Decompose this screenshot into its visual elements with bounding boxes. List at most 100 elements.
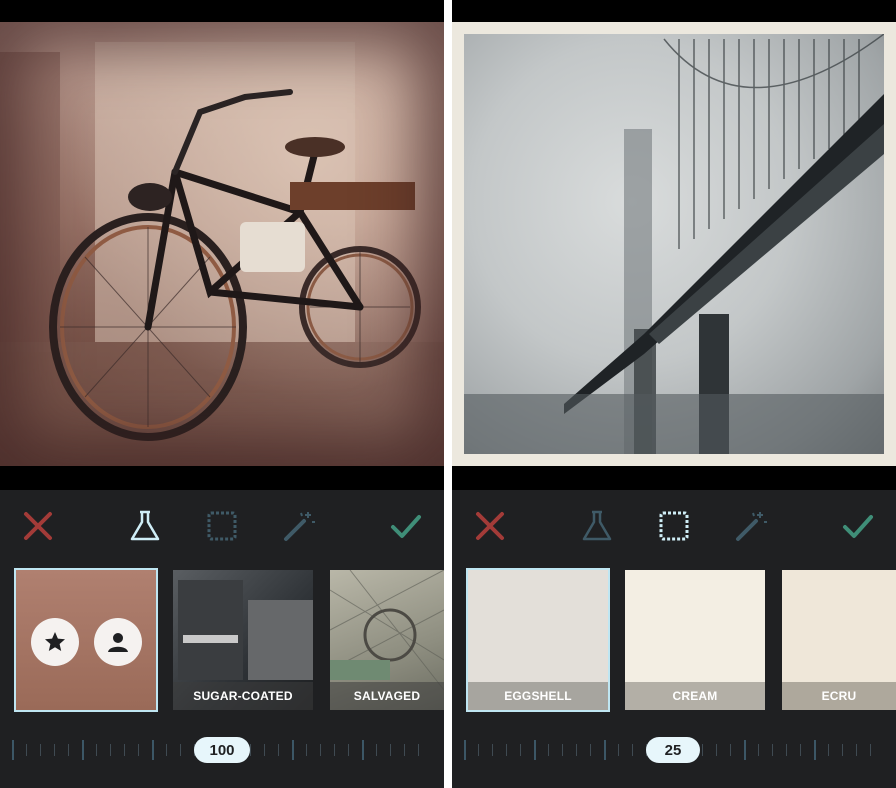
slider-tick [166, 744, 167, 756]
intensity-slider[interactable]: 100 [0, 720, 444, 788]
checkmark-icon [843, 515, 873, 538]
cancel-button[interactable] [20, 508, 56, 544]
photo-area [0, 0, 444, 490]
slider-tick [390, 744, 391, 756]
intensity-value[interactable]: 25 [646, 737, 700, 763]
adjust-tool-button[interactable] [281, 508, 317, 544]
slider-tick [376, 744, 377, 756]
filter-thumbnail-sugar-coated[interactable]: SUGAR-COATED [173, 570, 313, 710]
slider-tick [828, 744, 829, 756]
adjust-tool-button[interactable] [733, 508, 769, 544]
frame-thumbnail-eggshell[interactable]: EGGSHELL [466, 568, 610, 712]
slider-tick [348, 744, 349, 756]
favorites-person-button[interactable] [94, 618, 142, 666]
photo-preview-bicycle [0, 22, 444, 466]
filter-thumbnails: SUGAR-COATED SALVAGED [0, 560, 444, 720]
frame-thumbnails: EGGSHELL CREAM ECRU [452, 560, 896, 720]
slider-tick [506, 744, 507, 756]
slider-tick [278, 744, 279, 756]
framed-photo [464, 34, 884, 454]
slider-tick [870, 744, 871, 756]
favorites-thumbnail[interactable] [14, 568, 158, 712]
slider-tick [264, 744, 265, 756]
slider-tick [292, 740, 294, 760]
slider-tick [562, 744, 563, 756]
confirm-button[interactable] [840, 508, 876, 544]
filter-label: SUGAR-COATED [173, 682, 313, 710]
star-icon [45, 632, 65, 651]
frame-label: EGGSHELL [468, 682, 608, 710]
filters-tool-button[interactable] [579, 508, 615, 544]
intensity-value[interactable]: 100 [194, 737, 250, 763]
frame-thumbnail-ecru[interactable]: ECRU [782, 570, 896, 710]
slider-tick [334, 744, 335, 756]
x-icon [24, 512, 52, 540]
slider-tick [604, 740, 606, 760]
slider-tick [632, 744, 633, 756]
slider-tick [758, 744, 759, 756]
slider-tick [856, 744, 857, 756]
slider-tick [492, 744, 493, 756]
slider-tick [82, 740, 84, 760]
left-screen: SUGAR-COATED SALVAGED 100 [0, 0, 444, 788]
flask-icon [130, 510, 160, 541]
slider-tick [786, 744, 787, 756]
slider-tick [362, 740, 364, 760]
slider-tick [12, 740, 14, 760]
person-icon [108, 633, 128, 652]
slider-tick [138, 744, 139, 756]
slider-tick [716, 744, 717, 756]
slider-tick [702, 744, 703, 756]
slider-tick [250, 744, 251, 756]
toolbar [452, 490, 896, 560]
slider-tick [464, 740, 466, 760]
slider-tick [180, 744, 181, 756]
filter-label: SALVAGED [330, 682, 444, 710]
slider-tick [520, 744, 521, 756]
frames-tool-button[interactable] [656, 508, 692, 544]
frame-icon [659, 511, 689, 541]
slider-tick [548, 744, 549, 756]
slider-tick [26, 744, 27, 756]
checkmark-icon [391, 515, 421, 538]
slider-tick [96, 744, 97, 756]
slider-tick [590, 744, 591, 756]
slider-tick [68, 744, 69, 756]
slider-tick [40, 744, 41, 756]
slider-tick [730, 744, 731, 756]
slider-tick [534, 740, 536, 760]
frame-icon [207, 511, 237, 541]
filter-thumbnail-salvaged[interactable]: SALVAGED [330, 570, 444, 710]
slider-tick [404, 744, 405, 756]
slider-tick [478, 744, 479, 756]
slider-tick [110, 744, 111, 756]
slider-tick [618, 744, 619, 756]
favorites-star-button[interactable] [31, 618, 79, 666]
magic-wand-icon [284, 512, 315, 541]
slider-tick [772, 744, 773, 756]
slider-tick [744, 740, 746, 760]
confirm-button[interactable] [388, 508, 424, 544]
frame-thumbnail-cream[interactable]: CREAM [625, 570, 765, 710]
slider-tick [124, 744, 125, 756]
photo-preview-bridge [452, 22, 896, 466]
photo-area [452, 0, 896, 490]
slider-tick [54, 744, 55, 756]
slider-tick [306, 744, 307, 756]
slider-tick [842, 744, 843, 756]
flask-icon [582, 510, 612, 541]
slider-tick [320, 744, 321, 756]
x-icon [476, 512, 504, 540]
frame-label: CREAM [625, 682, 765, 710]
frames-tool-button[interactable] [204, 508, 240, 544]
cancel-button[interactable] [472, 508, 508, 544]
right-screen: EGGSHELL CREAM ECRU 25 [452, 0, 896, 788]
frame-label: ECRU [782, 682, 896, 710]
toolbar [0, 490, 444, 560]
slider-tick [800, 744, 801, 756]
slider-tick [576, 744, 577, 756]
filters-tool-button[interactable] [127, 508, 163, 544]
slider-tick [418, 744, 419, 756]
intensity-slider[interactable]: 25 [452, 720, 896, 788]
slider-tick [814, 740, 816, 760]
